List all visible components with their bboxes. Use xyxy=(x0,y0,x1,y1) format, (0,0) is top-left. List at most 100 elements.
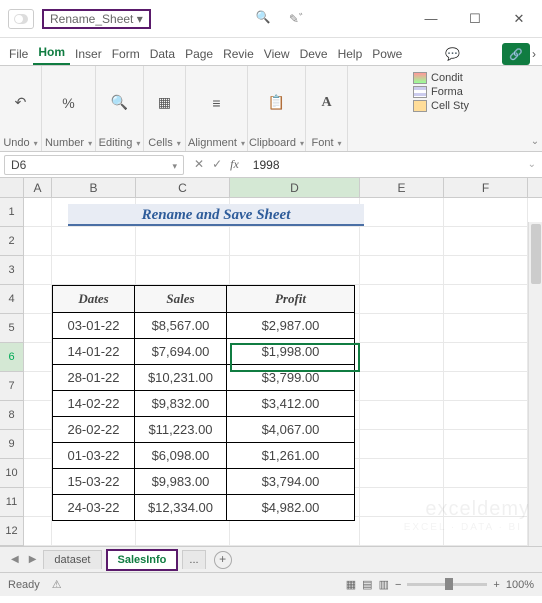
group-editing: Editing xyxy=(99,137,141,149)
tab-insert[interactable]: Inser xyxy=(70,43,107,65)
format-as-table-button[interactable]: Forma xyxy=(413,86,469,98)
tab-file[interactable]: File xyxy=(4,43,33,65)
table-row: 03-01-22$8,567.00$2,987.00 xyxy=(53,313,355,339)
name-box[interactable]: D6 xyxy=(4,155,184,175)
close-button[interactable]: ✕ xyxy=(504,11,534,27)
zoom-slider[interactable] xyxy=(407,583,487,586)
sheet-tab-dataset[interactable]: dataset xyxy=(43,550,101,569)
cells-icon[interactable]: ▦ xyxy=(154,92,176,114)
tab-help[interactable]: Help xyxy=(333,43,368,65)
table-row: 14-02-22$9,832.00$3,412.00 xyxy=(53,391,355,417)
view-page-icon[interactable]: ▤ xyxy=(362,578,372,591)
find-icon[interactable]: 🔍 xyxy=(109,92,131,114)
fx-icon[interactable]: fx xyxy=(230,157,239,172)
accept-formula-icon[interactable]: ✓ xyxy=(212,157,222,172)
row-header-10[interactable]: 10 xyxy=(0,459,24,488)
col-header-b[interactable]: B xyxy=(52,178,136,197)
row-header-9[interactable]: 9 xyxy=(0,430,24,459)
vertical-scrollbar[interactable] xyxy=(528,222,542,572)
zoom-out-button[interactable]: − xyxy=(395,579,401,591)
col-header-e[interactable]: E xyxy=(360,178,444,197)
status-bar: Ready ⚠ ▦ ▤ ▥ − + 100% xyxy=(0,572,542,596)
sheet-nav-next-icon[interactable]: ▶ xyxy=(26,554,40,565)
group-number: Number xyxy=(45,137,92,149)
header-dates[interactable]: Dates xyxy=(53,286,135,313)
formula-input[interactable]: 1998 xyxy=(245,158,522,172)
tab-data[interactable]: Data xyxy=(145,43,180,65)
font-icon[interactable]: A xyxy=(316,92,338,114)
edit-icon[interactable]: ✎゛ xyxy=(289,10,311,27)
titlebar: Rename_Sheet ▾ 🔍 ✎゛ — ☐ ✕ xyxy=(0,0,542,38)
row-header-6[interactable]: 6 xyxy=(0,343,24,372)
share-button[interactable]: 🔗 xyxy=(502,43,530,65)
toggle-off-icon xyxy=(14,14,28,24)
zoom-level[interactable]: 100% xyxy=(506,579,534,591)
view-normal-icon[interactable]: ▦ xyxy=(346,578,356,591)
minimize-button[interactable]: — xyxy=(416,11,446,27)
tab-formulas[interactable]: Form xyxy=(107,43,145,65)
view-break-icon[interactable]: ▥ xyxy=(379,578,389,591)
document-title[interactable]: Rename_Sheet ▾ xyxy=(42,9,151,29)
column-headers: A B C D E F xyxy=(0,178,542,198)
cancel-formula-icon[interactable]: ✕ xyxy=(194,157,204,172)
row-header-11[interactable]: 11 xyxy=(0,488,24,517)
undo-icon[interactable]: ↶ xyxy=(10,92,32,114)
tab-developer[interactable]: Deve xyxy=(295,43,333,65)
tab-home[interactable]: Hom xyxy=(33,41,70,65)
table-row: 15-03-22$9,983.00$3,794.00 xyxy=(53,469,355,495)
accessibility-icon[interactable]: ⚠ xyxy=(52,578,62,591)
row-header-7[interactable]: 7 xyxy=(0,372,24,401)
formula-expand-icon[interactable]: ⌄ xyxy=(522,159,542,170)
col-header-c[interactable]: C xyxy=(136,178,230,197)
row-header-12[interactable]: 12 xyxy=(0,517,24,546)
table-row: 01-03-22$6,098.00$1,261.00 xyxy=(53,443,355,469)
table-row: 26-02-22$11,223.00$4,067.00 xyxy=(53,417,355,443)
ribbon-expand-icon[interactable]: › xyxy=(530,43,538,65)
maximize-button[interactable]: ☐ xyxy=(460,11,490,27)
sheet-title-merged-cell[interactable]: Rename and Save Sheet xyxy=(68,204,364,226)
table-row: 24-03-22$12,334.00$4,982.00 xyxy=(53,495,355,521)
row-header-5[interactable]: 5 xyxy=(0,314,24,343)
col-header-f[interactable]: F xyxy=(444,178,528,197)
header-sales[interactable]: Sales xyxy=(135,286,227,313)
group-undo: Undo xyxy=(3,137,37,149)
col-header-a[interactable]: A xyxy=(24,178,52,197)
worksheet-grid[interactable]: 1 2 3 4 5 6 7 8 9 10 11 12 Rename and Sa… xyxy=(0,198,542,546)
zoom-in-button[interactable]: + xyxy=(493,579,499,591)
align-icon[interactable]: ≡ xyxy=(206,92,228,114)
search-icon[interactable]: 🔍 xyxy=(256,10,271,27)
row-header-4[interactable]: 4 xyxy=(0,285,24,314)
paste-icon[interactable]: 📋 xyxy=(266,92,288,114)
autosave-toggle[interactable] xyxy=(8,9,34,29)
row-header-2[interactable]: 2 xyxy=(0,227,24,256)
tab-review[interactable]: Revie xyxy=(218,43,259,65)
select-all-corner[interactable] xyxy=(0,178,24,197)
tab-power[interactable]: Powe xyxy=(367,43,407,65)
header-profit[interactable]: Profit xyxy=(227,286,355,313)
percent-icon[interactable]: % xyxy=(58,92,80,114)
conditional-formatting-button[interactable]: Condit xyxy=(413,72,469,84)
new-sheet-button[interactable]: + xyxy=(214,551,232,569)
ribbon: ↶ Undo % Number 🔍 Editing ▦ Cells ≡ Alig… xyxy=(0,66,542,152)
table-header-row: Dates Sales Profit xyxy=(53,286,355,313)
row-header-1[interactable]: 1 xyxy=(0,198,24,227)
sheet-tab-more[interactable]: ... xyxy=(182,550,205,569)
sheet-tab-salesinfo[interactable]: SalesInfo xyxy=(106,549,179,571)
formula-bar: D6 ✕ ✓ fx 1998 ⌄ xyxy=(0,152,542,178)
table-row: 14-01-22$7,694.00$1,998.00 xyxy=(53,339,355,365)
col-header-d[interactable]: D xyxy=(230,178,360,197)
group-cells: Cells xyxy=(148,137,180,149)
group-alignment: Alignment xyxy=(188,137,245,149)
cell-styles-button[interactable]: Cell Sty xyxy=(413,100,469,112)
watermark: exceldemy xyxy=(425,498,530,521)
ribbon-collapse-icon[interactable]: ⌄ xyxy=(528,66,542,151)
row-header-3[interactable]: 3 xyxy=(0,256,24,285)
sheet-tabs-bar: ◀ ▶ dataset SalesInfo ... + xyxy=(0,546,542,572)
table-row: 28-01-22$10,231.00$3,799.00 xyxy=(53,365,355,391)
group-font: Font xyxy=(311,137,341,149)
sheet-nav-prev-icon[interactable]: ◀ xyxy=(8,554,22,565)
comments-button[interactable]: 💬 xyxy=(440,43,465,65)
row-header-8[interactable]: 8 xyxy=(0,401,24,430)
tab-view[interactable]: View xyxy=(259,43,295,65)
tab-page[interactable]: Page xyxy=(180,43,218,65)
